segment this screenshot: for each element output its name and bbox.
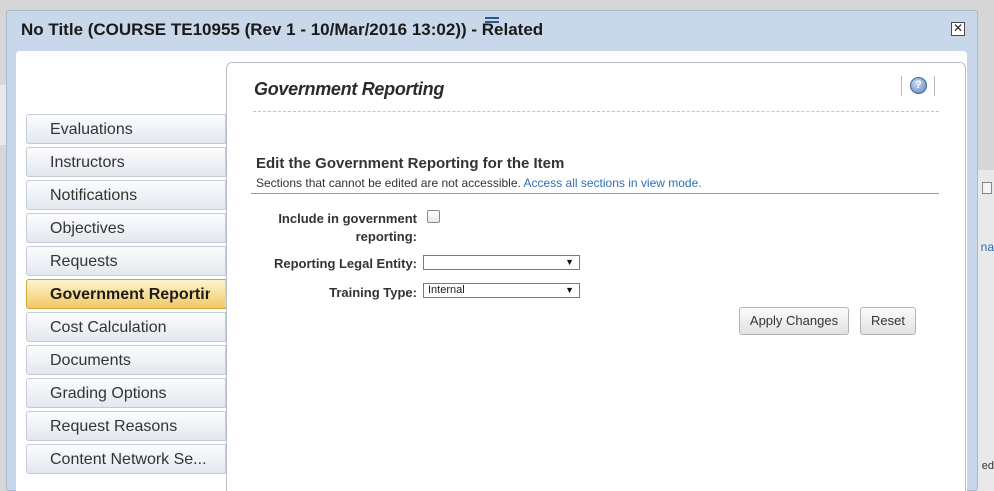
training-type-label: Training Type: <box>329 285 417 300</box>
include-in-reporting-checkbox[interactable] <box>427 210 440 223</box>
nav-item-evaluations[interactable]: Evaluations <box>26 114 226 144</box>
nav-item-label: Government Reporting <box>50 286 210 303</box>
training-type-select[interactable]: Internal ▼ <box>423 283 580 298</box>
nav-item-label: Requests <box>50 253 118 270</box>
close-button[interactable]: ✕ <box>951 22 965 36</box>
training-type-value: Internal <box>428 284 465 296</box>
question-mark-icon[interactable]: ? <box>910 77 927 94</box>
nav-item-label: Grading Options <box>50 385 167 402</box>
drag-handle-icon[interactable] <box>485 17 499 23</box>
nav-item-label: Notifications <box>50 187 138 204</box>
nav-item-label: Content Network Se... <box>50 451 207 468</box>
nav-item-cost-calculation[interactable]: Cost Calculation <box>26 312 226 342</box>
nav-item-government-reporting[interactable]: Government Reporting <box>26 279 239 309</box>
nav-item-instructors[interactable]: Instructors <box>26 147 226 177</box>
legal-entity-label: Reporting Legal Entity: <box>274 256 417 271</box>
background-box-icon <box>982 182 992 194</box>
nav-item-documents[interactable]: Documents <box>26 345 226 375</box>
section-note-text: Sections that cannot be edited are not a… <box>256 176 521 190</box>
section-note: Sections that cannot be edited are not a… <box>256 176 702 190</box>
nav-item-label: Objectives <box>50 220 125 237</box>
section-nav: Evaluations Instructors Notifications Ob… <box>26 114 239 477</box>
apply-changes-button[interactable]: Apply Changes <box>739 307 849 335</box>
dropdown-arrow-icon: ▼ <box>565 257 574 267</box>
nav-item-requests[interactable]: Requests <box>26 246 226 276</box>
nav-item-label: Request Reasons <box>50 418 178 435</box>
panel-title: Government Reporting <box>254 79 445 99</box>
nav-item-notifications[interactable]: Notifications <box>26 180 226 210</box>
nav-item-content-network[interactable]: Content Network Se... <box>26 444 226 474</box>
dialog-title: No Title (COURSE TE10955 (Rev 1 - 10/Mar… <box>21 20 544 39</box>
view-mode-link[interactable]: Access all sections in view mode. <box>524 176 702 190</box>
include-label-line1: Include in government <box>278 211 417 226</box>
nav-item-label: Cost Calculation <box>50 319 167 336</box>
nav-item-label: Evaluations <box>50 121 133 138</box>
nav-item-request-reasons[interactable]: Request Reasons <box>26 411 226 441</box>
section-heading: Edit the Government Reporting for the It… <box>256 155 565 172</box>
nav-item-label: Documents <box>50 352 131 369</box>
related-dialog: No Title (COURSE TE10955 (Rev 1 - 10/Mar… <box>6 10 978 491</box>
background-right-strip: na ed <box>976 170 994 491</box>
include-in-reporting-label: Include in government reporting: <box>267 210 417 246</box>
background-link-text: na <box>980 240 994 254</box>
dotted-divider <box>253 111 939 112</box>
legal-entity-select[interactable]: ▼ <box>423 255 580 270</box>
nav-item-grading-options[interactable]: Grading Options <box>26 378 226 408</box>
background-text: ed <box>981 460 994 472</box>
include-label-line2: reporting: <box>355 229 417 244</box>
help-area: ? <box>901 76 935 96</box>
dialog-body: Evaluations Instructors Notifications Ob… <box>16 51 967 491</box>
section-divider <box>251 193 939 194</box>
dropdown-arrow-icon: ▼ <box>565 285 574 295</box>
nav-item-objectives[interactable]: Objectives <box>26 213 226 243</box>
nav-item-label: Instructors <box>50 154 125 171</box>
content-panel: Government Reporting ? Edit the Governme… <box>226 62 966 491</box>
reset-button[interactable]: Reset <box>860 307 916 335</box>
